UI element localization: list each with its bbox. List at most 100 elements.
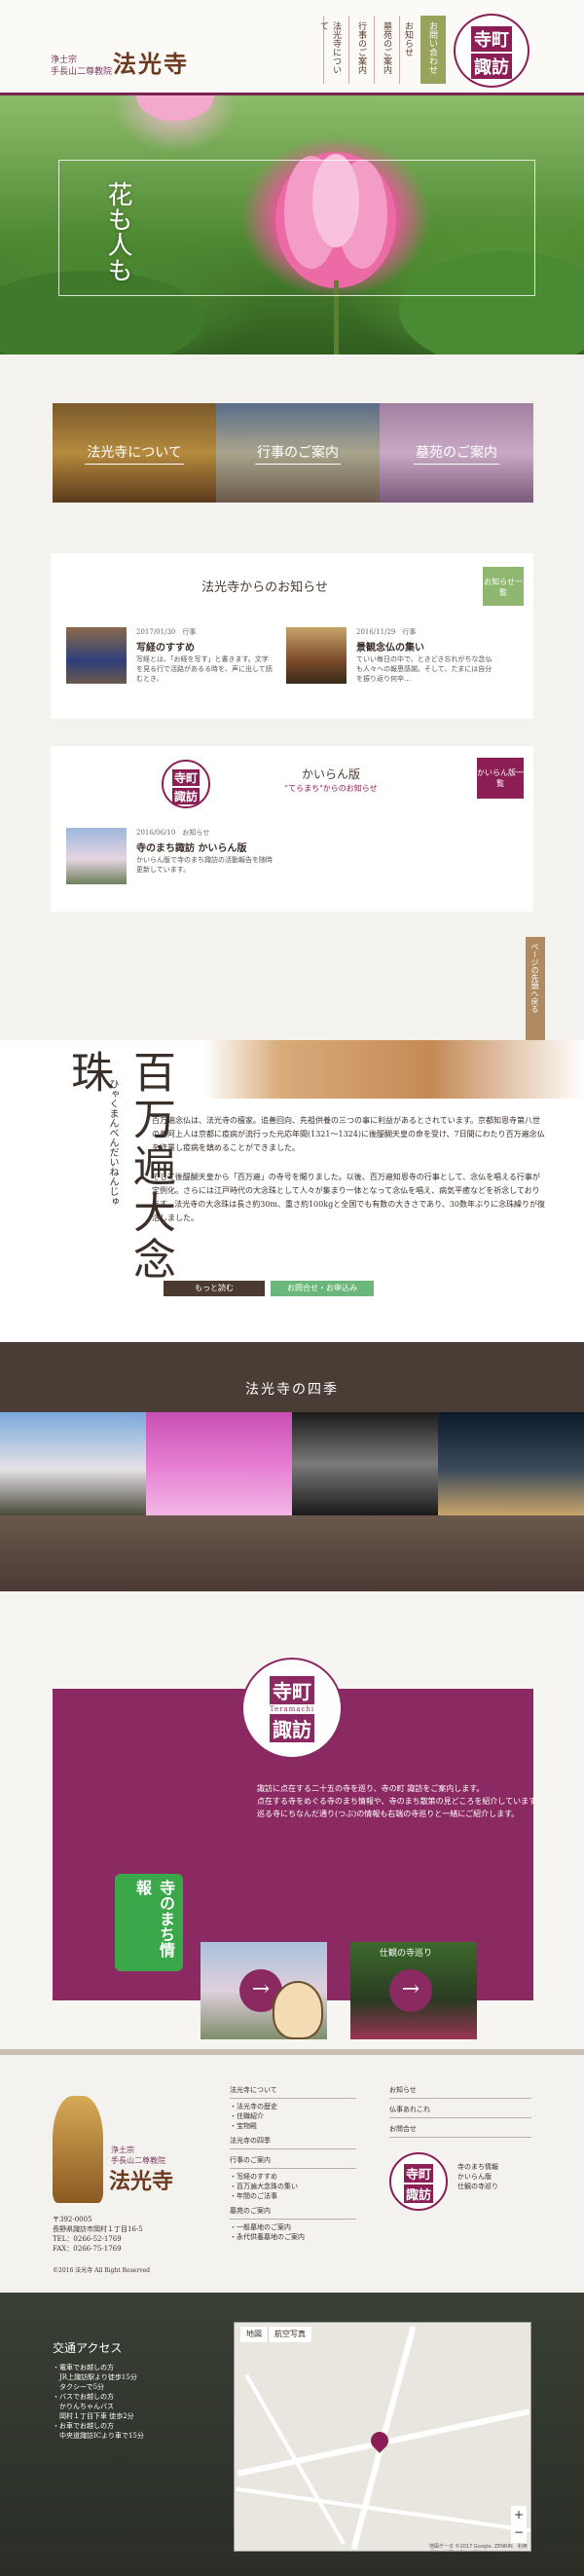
footer-badge-line2: 諏訪 bbox=[403, 2184, 433, 2203]
footer-link[interactable]: ・一般墓地のご案内 bbox=[230, 2222, 356, 2232]
footer-link[interactable]: ・宝物殿 bbox=[230, 2121, 356, 2131]
news-item[interactable]: 2017/01/30 行事 写経のすすめ 写経とは、「お経を写す」と書きます。文… bbox=[66, 627, 280, 695]
news-title[interactable]: 景観念仏の集い bbox=[356, 639, 424, 653]
apply-button[interactable]: お問合せ・お申込み bbox=[271, 1281, 374, 1296]
kairan-subtitle: "てらまち"からのお知らせ bbox=[284, 784, 378, 793]
arrow-right-icon: → bbox=[389, 1969, 432, 2012]
footer-link[interactable]: ・法光寺の歴史 bbox=[230, 2102, 356, 2111]
zoom-in-button[interactable]: + bbox=[511, 2506, 527, 2523]
season-photo[interactable] bbox=[292, 1412, 438, 1515]
read-more-button[interactable]: もっと読む bbox=[164, 1281, 265, 1296]
nav-grave[interactable]: 墓苑のご案内 bbox=[374, 16, 399, 84]
tera-badge-line1: 寺町 bbox=[270, 1676, 314, 1704]
logo-subtitle: 浄土宗 手長山二尊教院 bbox=[51, 55, 112, 78]
news-desc: ていい毎日の中で、ときどき忘れがちな念仏も人々への報恩感謝。そして、たまには自分… bbox=[356, 655, 493, 683]
hero-copy: 花も人も bbox=[103, 181, 132, 282]
map-tab-map[interactable]: 地図 bbox=[240, 2327, 268, 2342]
footer-sub-line1: 浄土宗 bbox=[111, 2146, 134, 2154]
nav-news[interactable]: お知らせ bbox=[399, 16, 420, 84]
footer-link-grave[interactable]: 墓苑のご案内 bbox=[230, 2203, 356, 2220]
logo-sub-line1: 浄土宗 bbox=[51, 56, 78, 65]
footer-subtitle: 浄土宗 手長山二尊教院 bbox=[111, 2145, 165, 2166]
footer-link[interactable]: ・百万遍大念珠の集い bbox=[230, 2182, 356, 2191]
seasons-title: 法光寺の四季 bbox=[245, 1382, 339, 1398]
map-zoom-control: + − bbox=[511, 2506, 527, 2543]
logo-sub-line2: 手長山二尊教院 bbox=[51, 67, 113, 77]
google-map[interactable]: 地図 航空写真 + − 地図データ ©2017 Google, ZENRIN 利… bbox=[234, 2322, 531, 2552]
footer-link-about[interactable]: 法光寺について bbox=[230, 2082, 356, 2099]
kairan-item[interactable]: 2016/06/10 お知らせ 寺のまち諏訪 かいらん版 かいらん版で寺のまち諏… bbox=[66, 828, 280, 896]
footer-col-1: 法光寺について ・法光寺の歴史 ・住職紹介 ・宝物殿 法光寺の四季 行事のご案内… bbox=[230, 2080, 356, 2242]
tile-events[interactable]: 行事のご案内 bbox=[216, 403, 380, 503]
footer-link[interactable]: ・住職紹介 bbox=[230, 2111, 356, 2121]
kairan-badge-line1: 寺町 bbox=[171, 769, 200, 786]
footer-link-news[interactable]: お知らせ bbox=[389, 2082, 531, 2099]
nav-contact[interactable]: お問い合わせ bbox=[420, 16, 446, 84]
footer-link[interactable]: かいらん版 bbox=[457, 2172, 535, 2182]
map-attribution: 地図データ ©2017 Google, ZENRIN 利用規約 地図の誤りを報告… bbox=[429, 2544, 528, 2550]
access-section: 交通アクセス ・電車でお越しの方 JR上諏訪駅より徒歩15分 タクシーで5分 ・… bbox=[0, 2293, 584, 2576]
footer-teramachi-badge[interactable]: 寺町 諏訪 bbox=[389, 2152, 448, 2211]
teramachi-logo-text: 寺のまち情報 bbox=[115, 1874, 183, 1971]
news-thumbnail bbox=[66, 627, 127, 684]
feature-section: 百万遍大念珠 ひゃくまんべんだいねんじゅ 百万遍念仏は、法光寺の檀家。追善回向、… bbox=[0, 1040, 584, 1342]
tile-events-label: 行事のご案内 bbox=[255, 442, 341, 465]
season-photo[interactable] bbox=[0, 1412, 146, 1515]
footer-link[interactable]: ・年間のご法事 bbox=[230, 2191, 356, 2201]
nav-about[interactable]: 法光寺について bbox=[318, 16, 348, 84]
map-type-tabs: 地図 航空写真 bbox=[240, 2327, 311, 2342]
news-title[interactable]: 写経のすすめ bbox=[136, 639, 195, 653]
kairan-title: かいらん版 bbox=[301, 767, 360, 781]
badge-line2: 諏訪 bbox=[471, 54, 512, 79]
access-text: ・電車でお越しの方 JR上諏訪駅より徒歩15分 タクシーで5分 ・バスでお越しの… bbox=[53, 2364, 144, 2440]
news-desc: 写経とは、「お経を写す」と書きます。文字を見る行で活路があるる時を、声に出して読… bbox=[136, 655, 273, 683]
tile-about[interactable]: 法光寺について bbox=[53, 403, 216, 503]
kairan-thumbnail bbox=[66, 828, 127, 884]
notice-panel: 法光寺からのお知らせ お知らせ一覧 2017/01/30 行事 写経のすすめ 写… bbox=[51, 553, 533, 719]
news-item[interactable]: 2016/11/29 行事 景観念仏の集い ていい毎日の中で、ときどき忘れがちな… bbox=[286, 627, 500, 695]
footer-address: 〒392-0005 長野県諏訪市岡村１丁目16-5 TEL：0266-52-17… bbox=[53, 2216, 143, 2253]
teramachi-description: 諏訪に点在する二十五の寺を巡り、寺の町 諏訪をご案内します。 点在する寺をめぐる… bbox=[257, 1784, 544, 1818]
seasons-section: 法光寺の四季 bbox=[0, 1342, 584, 1591]
back-to-top-tab[interactable]: ページの先頭へ戻る bbox=[526, 937, 545, 1044]
teramachi-logo: 寺のまち情報 bbox=[115, 1874, 183, 1971]
kairan-desc: かいらん版で寺のまち諏訪の活動報告を随時更新しています。 bbox=[136, 856, 273, 874]
news-meta: 2016/11/29 行事 bbox=[356, 628, 417, 636]
notice-more-button[interactable]: お知らせ一覧 bbox=[483, 567, 524, 606]
feature-paragraph: そして後醍醐天皇から「百万遍」の寺号を賜りました。以後、百万遍知恩寺の行事として… bbox=[152, 1173, 545, 1222]
nav-events[interactable]: 行事のご案内 bbox=[348, 16, 374, 84]
mascot-icon bbox=[273, 1981, 323, 2039]
kairan-item-title[interactable]: 寺のまち諏訪 かいらん版 bbox=[136, 840, 246, 854]
hero-image: 花も人も bbox=[0, 95, 584, 355]
footer-link-seasons[interactable]: 法光寺の四季 bbox=[230, 2133, 356, 2149]
tile-about-label: 法光寺について bbox=[85, 442, 184, 465]
map-pin-icon[interactable] bbox=[367, 2428, 392, 2453]
footer-link[interactable]: 寺のまち情報 bbox=[457, 2162, 535, 2172]
footer-link[interactable]: ・写経のすすめ bbox=[230, 2172, 356, 2182]
teramachi-badge[interactable]: 寺町 諏訪 bbox=[454, 14, 529, 88]
footer-badge-line1: 寺町 bbox=[403, 2164, 433, 2183]
footer-link[interactable]: ・永代供養墓地のご案内 bbox=[230, 2232, 356, 2242]
season-photo[interactable] bbox=[146, 1412, 292, 1515]
copyright: ©2016 法光寺 All Right Reserved bbox=[53, 2267, 150, 2274]
kairan-more-button[interactable]: かいらん版一覧 bbox=[477, 758, 524, 799]
site-footer: 浄土宗 手長山二尊教院 法光寺 〒392-0005 長野県諏訪市岡村１丁目16-… bbox=[0, 2049, 584, 2293]
zoom-out-button[interactable]: − bbox=[511, 2523, 527, 2541]
map-tab-satellite[interactable]: 航空写真 bbox=[268, 2327, 311, 2342]
temple-tour-card[interactable]: 仕観の寺巡り → bbox=[350, 1942, 477, 2039]
footer-link-events[interactable]: 行事のご案内 bbox=[230, 2152, 356, 2169]
footer-logo[interactable]: 法光寺 bbox=[109, 2164, 173, 2195]
notice-title: 法光寺からのお知らせ bbox=[201, 580, 328, 595]
teramachi-big-badge: 寺町 Teramachi 諏訪 bbox=[241, 1658, 343, 1759]
seasons-strip bbox=[0, 1515, 584, 1591]
footer-link-buddhist[interactable]: 仏事あれこれ bbox=[389, 2102, 531, 2118]
tile-grave[interactable]: 墓苑のご案内 bbox=[380, 403, 533, 503]
news-thumbnail bbox=[286, 627, 347, 684]
badge-line1: 寺町 bbox=[471, 26, 512, 52]
lotus-bud bbox=[136, 95, 214, 121]
access-title: 交通アクセス bbox=[53, 2341, 123, 2355]
season-photo[interactable] bbox=[438, 1412, 584, 1515]
footer-link[interactable]: 仕観の寺巡り bbox=[457, 2182, 535, 2191]
footer-link-contact[interactable]: お問合せ bbox=[389, 2121, 531, 2138]
site-logo[interactable]: 法光寺 bbox=[113, 45, 189, 79]
